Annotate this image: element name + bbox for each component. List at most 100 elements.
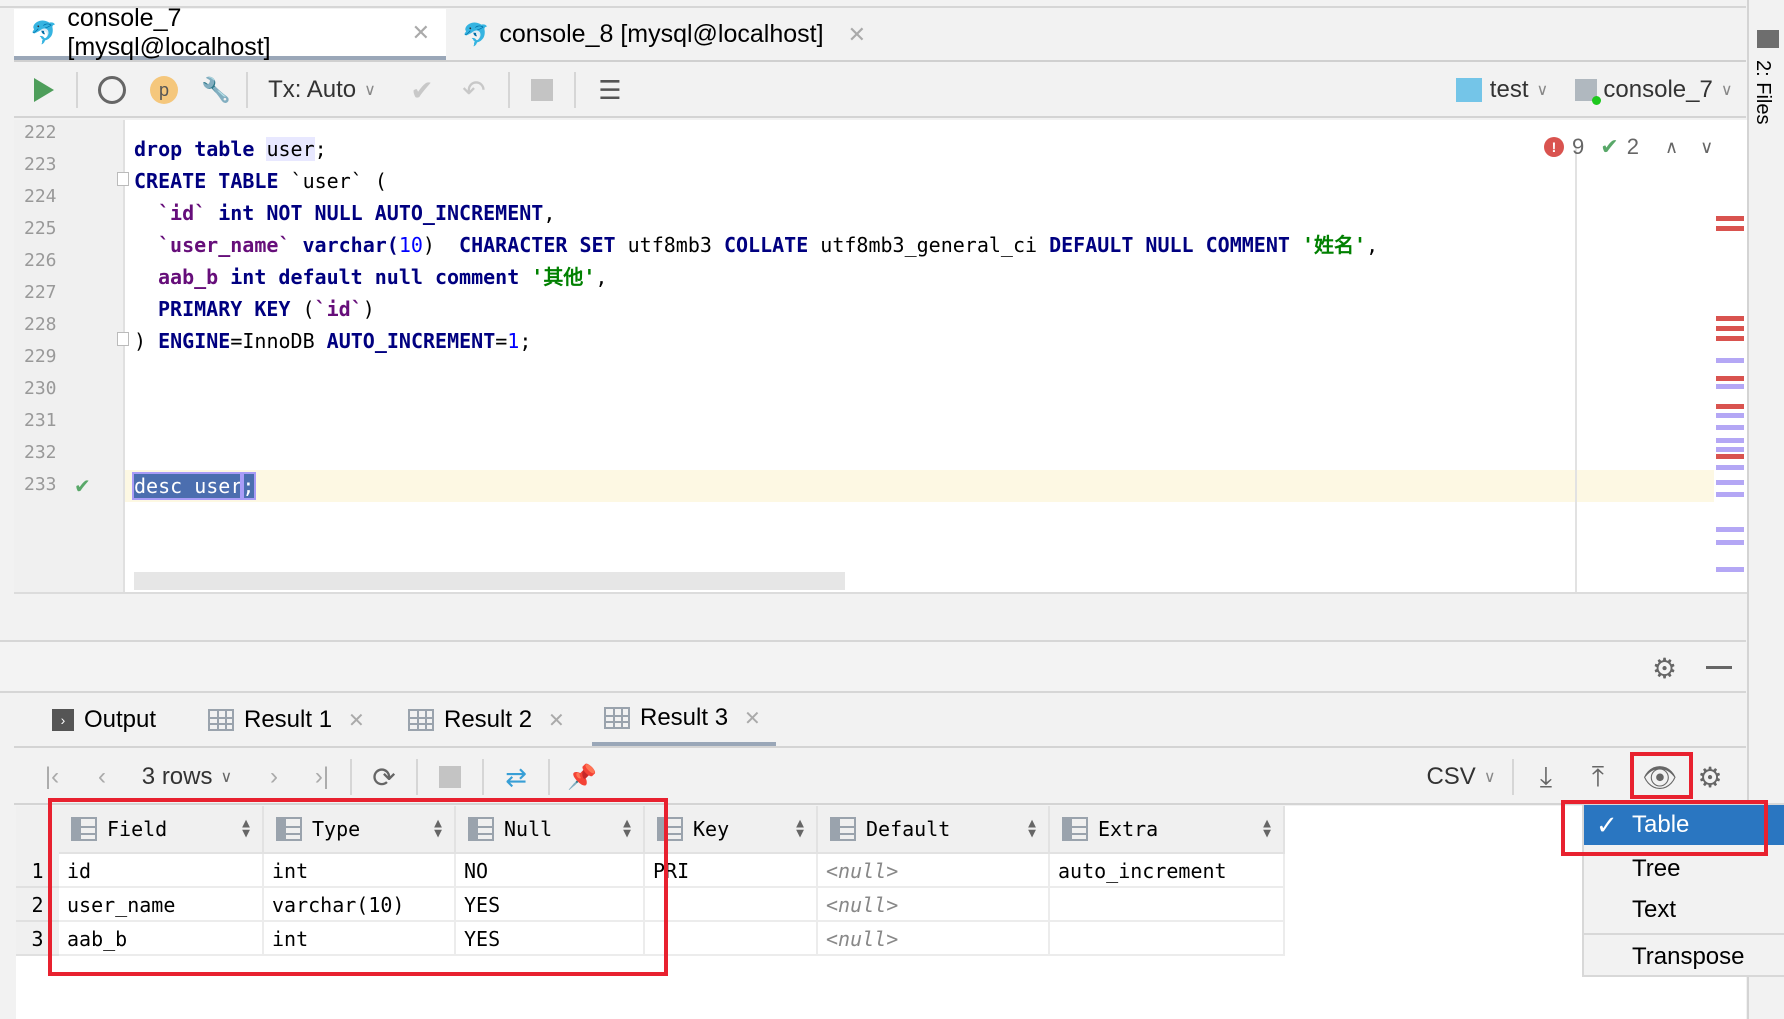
column-header-extra[interactable]: Extra ▲ ▼ [1050,806,1285,854]
row-number[interactable]: 2 [16,888,59,922]
sort-icon[interactable]: ▲ ▼ [1028,817,1036,840]
files-tab[interactable]: 2: Files [1751,60,1774,124]
tab-console-8[interactable]: 🐬 console_8 [mysql@localhost] ✕ [446,9,886,60]
table-cell[interactable]: varchar(10) [264,888,456,922]
export-format-dropdown[interactable]: CSV ∨ [1416,749,1506,805]
stripe-marker[interactable] [1716,326,1744,331]
close-icon[interactable]: ✕ [412,20,430,46]
grid-settings-button[interactable]: ⚙ [1690,749,1730,805]
stripe-marker[interactable] [1716,454,1744,459]
stripe-marker[interactable] [1716,567,1744,572]
compare-button[interactable]: ⇄ [496,749,536,805]
view-mode-button[interactable]: 👁 [1632,749,1688,805]
stripe-marker[interactable] [1716,447,1744,452]
menu-item-transpose[interactable]: Transpose [1584,937,1784,977]
column-header-default[interactable]: Default ▲ ▼ [818,806,1050,854]
stripe-marker[interactable] [1716,384,1744,389]
tab-output[interactable]: › Output [40,694,168,746]
chevron-up-icon[interactable]: ∧ [1665,137,1678,158]
settings-wrench-button[interactable]: 🔧 [196,62,236,118]
menu-item-table[interactable]: ✓ Table [1584,805,1784,845]
pin-tab-button[interactable]: 📌 [562,749,602,805]
stripe-marker[interactable] [1716,404,1744,409]
stripe-marker[interactable] [1716,527,1744,532]
tx-mode-dropdown[interactable]: Tx: Auto ∨ [262,62,382,118]
sort-icon[interactable]: ▲ ▼ [434,817,442,840]
commit-button[interactable]: ✔ [404,62,440,118]
table-cell[interactable] [1050,922,1285,956]
stop-button[interactable] [522,62,562,118]
table-cell[interactable]: auto_increment [1050,854,1285,888]
stripe-marker[interactable] [1716,216,1744,221]
stripe-marker[interactable] [1716,425,1744,430]
stripe-marker[interactable] [1716,480,1744,485]
cancel-query-button[interactable] [430,749,470,805]
table-cell[interactable]: <null> [818,888,1050,922]
table-cell[interactable]: int [264,854,456,888]
table-cell[interactable]: user_name [59,888,264,922]
fold-icon[interactable] [117,332,129,346]
import-button[interactable]: ⤒ [1578,749,1618,805]
tab-result-1[interactable]: Result 1 ✕ [196,694,377,746]
horizontal-scrollbar[interactable] [134,572,845,590]
column-header-field[interactable]: Field ▲ ▼ [59,806,264,854]
chevron-down-icon[interactable]: ∨ [1700,137,1713,158]
column-header-null[interactable]: Null ▲ ▼ [456,806,645,854]
stripe-marker[interactable] [1716,376,1744,381]
export-button[interactable]: ⤓ [1526,749,1566,805]
stripe-marker[interactable] [1716,316,1744,321]
close-icon[interactable]: ✕ [744,706,761,731]
row-number[interactable]: 3 [16,922,59,956]
stripe-marker[interactable] [1716,438,1744,443]
sort-icon[interactable]: ▲ ▼ [623,817,631,840]
session-dropdown[interactable]: console_7 ∨ [1564,62,1744,118]
result-grid[interactable]: Field ▲ ▼ Type ▲ ▼ Null ▲ ▼ Key ▲ ▼ Default ▲ ▼ Extra ▲ ▼… [16,806,1746,1019]
minimize-icon[interactable] [1706,666,1732,669]
close-icon[interactable]: ✕ [348,708,365,733]
tab-result-3[interactable]: Result 3 ✕ [592,694,776,746]
output-layout-button[interactable]: ☰ [590,62,630,118]
table-cell[interactable]: NO [456,854,645,888]
sort-icon[interactable]: ▲ ▼ [796,817,804,840]
table-cell[interactable]: aab_b [59,922,264,956]
table-cell[interactable]: <null> [818,922,1050,956]
history-button[interactable] [92,62,132,118]
page-size-dropdown[interactable]: 3 rows ∨ [132,749,242,805]
next-page-button[interactable]: › [256,749,292,805]
inspection-widget[interactable]: ! 9 ✔ 2 ∧ ∨ [1544,132,1713,162]
sort-icon[interactable]: ▲ ▼ [1263,817,1271,840]
table-cell[interactable] [645,922,818,956]
table-cell[interactable]: <null> [818,854,1050,888]
menu-item-text[interactable]: Text [1584,890,1784,930]
stripe-marker[interactable] [1716,540,1744,545]
close-icon[interactable]: ✕ [548,708,565,733]
table-cell[interactable]: int [264,922,456,956]
stripe-marker[interactable] [1716,413,1744,418]
table-cell[interactable] [1050,888,1285,922]
table-cell[interactable]: YES [456,888,645,922]
refresh-button[interactable]: ⟳ [364,749,404,805]
stripe-marker[interactable] [1716,465,1744,470]
table-cell[interactable]: PRI [645,854,818,888]
table-cell[interactable]: YES [456,922,645,956]
tab-console-7[interactable]: 🐬 console_7 [mysql@localhost] ✕ [14,4,446,61]
schema-dropdown[interactable]: test ∨ [1442,62,1562,118]
table-cell[interactable] [645,888,818,922]
table-cell[interactable]: id [59,854,264,888]
stripe-marker[interactable] [1716,336,1744,341]
fold-icon[interactable] [117,172,129,186]
menu-item-tree[interactable]: Tree [1584,849,1784,889]
stripe-marker[interactable] [1716,226,1744,231]
row-number[interactable]: 1 [16,854,59,888]
last-page-button[interactable]: ›| [304,749,340,805]
column-header-key[interactable]: Key ▲ ▼ [645,806,818,854]
sort-icon[interactable]: ▲ ▼ [242,817,250,840]
stripe-marker[interactable] [1716,492,1744,497]
stripe-marker[interactable] [1716,358,1744,363]
parameters-button[interactable]: p [144,62,184,118]
sql-editor[interactable]: 222 223 224 225 226 227 228 229 230 231 232 233 ✔ d… [14,120,1747,592]
execute-button[interactable] [26,62,62,118]
column-header-type[interactable]: Type ▲ ▼ [264,806,456,854]
prev-page-button[interactable]: ‹ [84,749,120,805]
rollback-button[interactable]: ↶ [456,62,492,118]
